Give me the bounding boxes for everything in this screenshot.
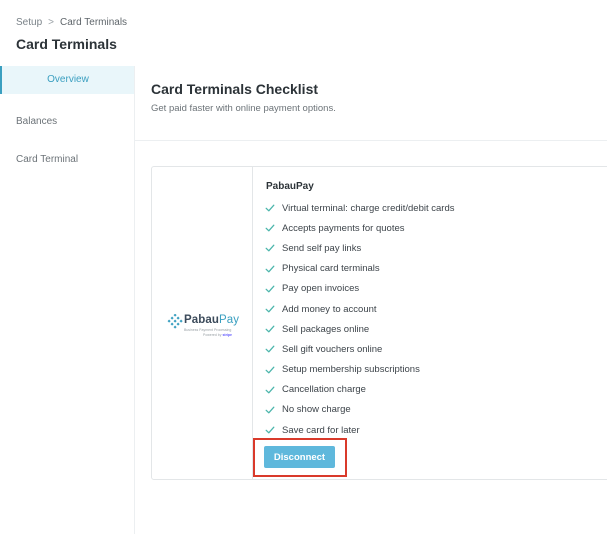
feature-label: Sell gift vouchers online <box>282 343 383 355</box>
check-icon <box>264 263 276 275</box>
feature-item: Accepts payments for quotes <box>264 218 455 238</box>
feature-item: Add money to account <box>264 299 455 319</box>
page-title: Card Terminals <box>16 36 117 52</box>
checklist-subtitle: Get paid faster with online payment opti… <box>151 103 336 114</box>
feature-label: Save card for later <box>282 424 360 436</box>
feature-item: Send self pay links <box>264 238 455 258</box>
check-icon <box>264 424 276 436</box>
provider-logo-panel: PabauPay Business Payment Processing Pow… <box>152 167 253 479</box>
provider-name: PabauPay <box>266 181 314 192</box>
logo-powered-by: Powered by stripe <box>203 333 232 337</box>
feature-label: No show charge <box>282 404 351 416</box>
checklist-title: Card Terminals Checklist <box>151 81 319 97</box>
breadcrumb-current: Card Terminals <box>59 17 128 28</box>
pabaupay-logo: PabauPay Business Payment Processing Pow… <box>167 313 247 343</box>
feature-label: Cancellation charge <box>282 384 366 396</box>
check-icon <box>264 242 276 254</box>
provider-card: PabauPay Business Payment Processing Pow… <box>151 166 607 480</box>
feature-label: Physical card terminals <box>282 263 380 275</box>
check-icon <box>264 283 276 295</box>
feature-label: Accepts payments for quotes <box>282 222 405 234</box>
check-icon <box>264 384 276 396</box>
breadcrumb: Setup > Card Terminals <box>16 17 127 28</box>
disconnect-button[interactable]: Disconnect <box>264 446 335 468</box>
logo-tagline: Business Payment Processing <box>184 328 232 332</box>
feature-item: Virtual terminal: charge credit/debit ca… <box>264 198 455 218</box>
feature-item: Pay open invoices <box>264 279 455 299</box>
check-icon <box>264 323 276 335</box>
check-icon <box>264 222 276 234</box>
checklist-header: Card Terminals Checklist Get paid faster… <box>134 66 607 141</box>
feature-item: Setup membership subscriptions <box>264 360 455 380</box>
feature-label: Setup membership subscriptions <box>282 364 420 376</box>
sidebar-item-card-terminal[interactable]: Card Terminal <box>0 146 134 174</box>
feature-label: Sell packages online <box>282 323 370 335</box>
check-icon <box>264 303 276 315</box>
check-icon <box>264 364 276 376</box>
breadcrumb-separator: > <box>48 17 54 28</box>
sidebar: Overview Balances Card Terminal <box>0 66 135 534</box>
feature-item: Physical card terminals <box>264 259 455 279</box>
check-icon <box>264 343 276 355</box>
breadcrumb-setup-link[interactable]: Setup <box>16 17 42 28</box>
feature-label: Pay open invoices <box>282 283 360 295</box>
feature-label: Send self pay links <box>282 242 362 254</box>
sidebar-item-balances[interactable]: Balances <box>0 108 134 136</box>
pabaupay-logo-mark <box>167 314 183 329</box>
feature-label: Add money to account <box>282 303 377 315</box>
feature-item: Sell packages online <box>264 319 455 339</box>
feature-list: Virtual terminal: charge credit/debit ca… <box>264 198 455 440</box>
feature-item: Sell gift vouchers online <box>264 339 455 359</box>
check-icon <box>264 404 276 416</box>
feature-item: No show charge <box>264 400 455 420</box>
check-icon <box>264 202 276 214</box>
feature-label: Virtual terminal: charge credit/debit ca… <box>282 202 455 214</box>
feature-item: Cancellation charge <box>264 380 455 400</box>
logo-wordmark: PabauPay <box>184 314 240 326</box>
sidebar-item-overview[interactable]: Overview <box>0 66 134 94</box>
